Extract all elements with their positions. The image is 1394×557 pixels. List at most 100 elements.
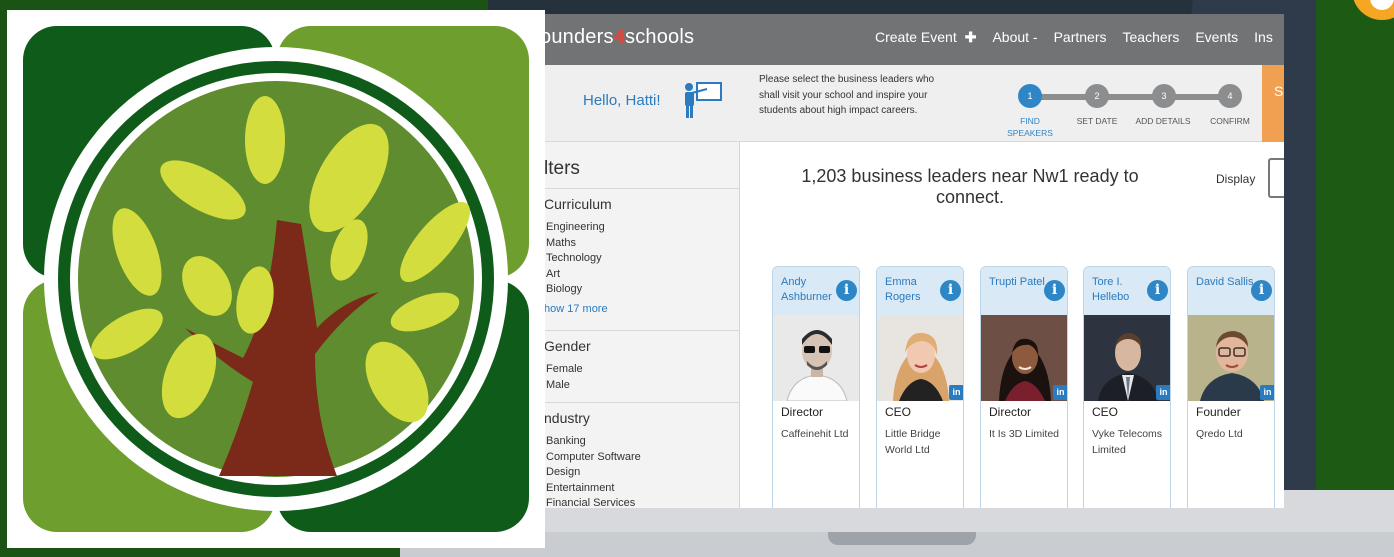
speaker-photo[interactable]: in: [1084, 315, 1170, 401]
speaker-card[interactable]: David Sallis i in Founder Qredo Ltd: [1187, 266, 1275, 508]
speaker-card[interactable]: Emma Rogers i in CEO Little Bridge World…: [876, 266, 964, 508]
filter-option[interactable]: Banking: [546, 434, 641, 450]
filter-option[interactable]: Technology: [546, 251, 605, 267]
industry-title: ndustry: [544, 410, 590, 426]
info-icon[interactable]: i: [940, 280, 961, 301]
nav-create-event[interactable]: Create Event: [875, 29, 957, 46]
filter-option[interactable]: Entertainment: [546, 481, 641, 497]
welcome-bar: Hello, Hatti! Please select the business…: [540, 65, 1284, 142]
speaker-company: Vyke Telecoms Limited: [1092, 428, 1163, 456]
speaker-company: Qredo Ltd: [1196, 428, 1243, 440]
nav-events[interactable]: Events: [1195, 29, 1238, 46]
filter-option[interactable]: Female: [546, 362, 583, 378]
speaker-role: CEO: [885, 405, 912, 419]
info-icon[interactable]: i: [1147, 280, 1168, 301]
speaker-name[interactable]: David Sallis: [1196, 275, 1256, 290]
info-icon[interactable]: i: [1251, 280, 1272, 301]
filter-option[interactable]: Male: [546, 378, 583, 394]
orange-side-tab[interactable]: S: [1262, 65, 1284, 142]
gender-list: Female Male: [546, 362, 583, 393]
speaker-role: Director: [989, 405, 1032, 419]
info-icon[interactable]: i: [1044, 280, 1065, 301]
step-1-label: FIND SPEAKERS: [1007, 116, 1053, 138]
greeting: Hello, Hatti!: [583, 92, 661, 109]
brand-text-digit: 4: [613, 26, 626, 48]
laptop-notch: [828, 532, 976, 545]
speaker-name[interactable]: Trupti Patel: [989, 275, 1049, 290]
speaker-name[interactable]: Tore I. Hellebo: [1092, 275, 1152, 305]
divider: [540, 330, 740, 331]
speaker-role: CEO: [1092, 405, 1119, 419]
filter-option[interactable]: Biology: [546, 282, 605, 298]
filter-option[interactable]: Art: [546, 267, 605, 283]
speaker-card[interactable]: Tore I. Hellebo i in CEO Vyke Telecoms L…: [1083, 266, 1171, 508]
linkedin-icon[interactable]: in: [1156, 385, 1170, 400]
linkedin-icon[interactable]: in: [949, 385, 963, 400]
divider: [540, 402, 740, 403]
step-4-label: CONFIRM: [1210, 116, 1250, 126]
speaker-photo[interactable]: in: [981, 315, 1067, 401]
step-4[interactable]: 4: [1218, 84, 1242, 108]
speaker-photo[interactable]: in: [1188, 315, 1274, 401]
linkedin-icon[interactable]: in: [1260, 385, 1274, 400]
speaker-name[interactable]: Emma Rogers: [885, 275, 945, 305]
step-2[interactable]: 2: [1085, 84, 1109, 108]
filters-title: lters: [544, 158, 580, 179]
corner-badge-icon: [1352, 0, 1394, 20]
filter-option[interactable]: Design: [546, 465, 641, 481]
divider: [540, 188, 740, 189]
card-header: Emma Rogers i: [877, 267, 963, 315]
brand-text-suffix: schools: [625, 26, 695, 48]
teacher-board-icon: [685, 82, 722, 118]
nav-about[interactable]: About -: [992, 29, 1037, 46]
filter-option[interactable]: Financial Services: [546, 496, 641, 508]
gender-title: Gender: [544, 338, 591, 354]
speaker-company: Little Bridge World Ltd: [885, 428, 941, 456]
step-3[interactable]: 3: [1152, 84, 1176, 108]
plus-icon[interactable]: ✚: [965, 29, 977, 46]
tree-logo-icon: [7, 10, 545, 548]
speaker-company: It Is 3D Limited: [989, 428, 1060, 440]
info-icon[interactable]: i: [836, 280, 857, 301]
display-toggle-button[interactable]: [1268, 158, 1284, 198]
card-header: Andy Ashburner i: [773, 267, 859, 315]
instruction-text: Please select the business leaders who s…: [759, 74, 935, 116]
speaker-role: Director: [781, 405, 824, 419]
display-label: Display: [1216, 172, 1256, 186]
speaker-card[interactable]: Trupti Patel i in Director It Is 3D Limi…: [980, 266, 1068, 508]
nav-partners[interactable]: Partners: [1054, 29, 1107, 46]
results-heading: 1,203 business leaders near Nw1 ready to…: [801, 166, 1139, 207]
filter-option[interactable]: Engineering: [546, 220, 605, 236]
industry-list: Banking Computer Software Design Enterta…: [546, 434, 641, 508]
card-header: David Sallis i: [1188, 267, 1274, 315]
brand-logo[interactable]: ounders4schools: [540, 26, 694, 49]
nav-cut-item[interactable]: Ins: [1254, 29, 1273, 46]
progress-steps: 1 2 3 4 FIND SPEAKERS SET DATE ADD DETAI…: [1005, 82, 1250, 138]
curriculum-list: Engineering Maths Technology Art Biology: [546, 220, 605, 298]
tree-logo: [7, 10, 545, 548]
filter-option[interactable]: Computer Software: [546, 450, 641, 466]
top-navigation: ounders4schools Create Event ✚ About - P…: [540, 14, 1284, 65]
speaker-role: Founder: [1196, 405, 1241, 419]
portrait-image: [773, 315, 859, 401]
speaker-company: Caffeinehit Ltd: [781, 428, 849, 440]
show-more-link[interactable]: how 17 more: [544, 303, 608, 315]
steps-track: [1030, 94, 1230, 100]
card-header: Trupti Patel i: [981, 267, 1067, 315]
nav-teachers[interactable]: Teachers: [1123, 29, 1180, 46]
step-2-label: SET DATE: [1076, 116, 1118, 126]
speaker-card[interactable]: Andy Ashburner i Director Caffeinehit Lt…: [772, 266, 860, 508]
filters-panel: lters Curriculum Engineering Maths Techn…: [540, 142, 740, 508]
nav-links: Create Event ✚ About - Partners Teachers…: [875, 29, 1284, 46]
step-1[interactable]: 1: [1018, 84, 1042, 108]
speaker-photo[interactable]: in: [877, 315, 963, 401]
curriculum-title: Curriculum: [544, 196, 612, 212]
card-header: Tore I. Hellebo i: [1084, 267, 1170, 315]
filter-option[interactable]: Maths: [546, 236, 605, 252]
step-3-label: ADD DETAILS: [1135, 116, 1191, 126]
laptop-screen: ounders4schools Create Event ✚ About - P…: [540, 14, 1284, 508]
speaker-photo[interactable]: [773, 315, 859, 401]
brand-text-prefix: ounders: [540, 26, 614, 48]
speaker-name[interactable]: Andy Ashburner: [781, 275, 841, 305]
linkedin-icon[interactable]: in: [1053, 385, 1067, 400]
